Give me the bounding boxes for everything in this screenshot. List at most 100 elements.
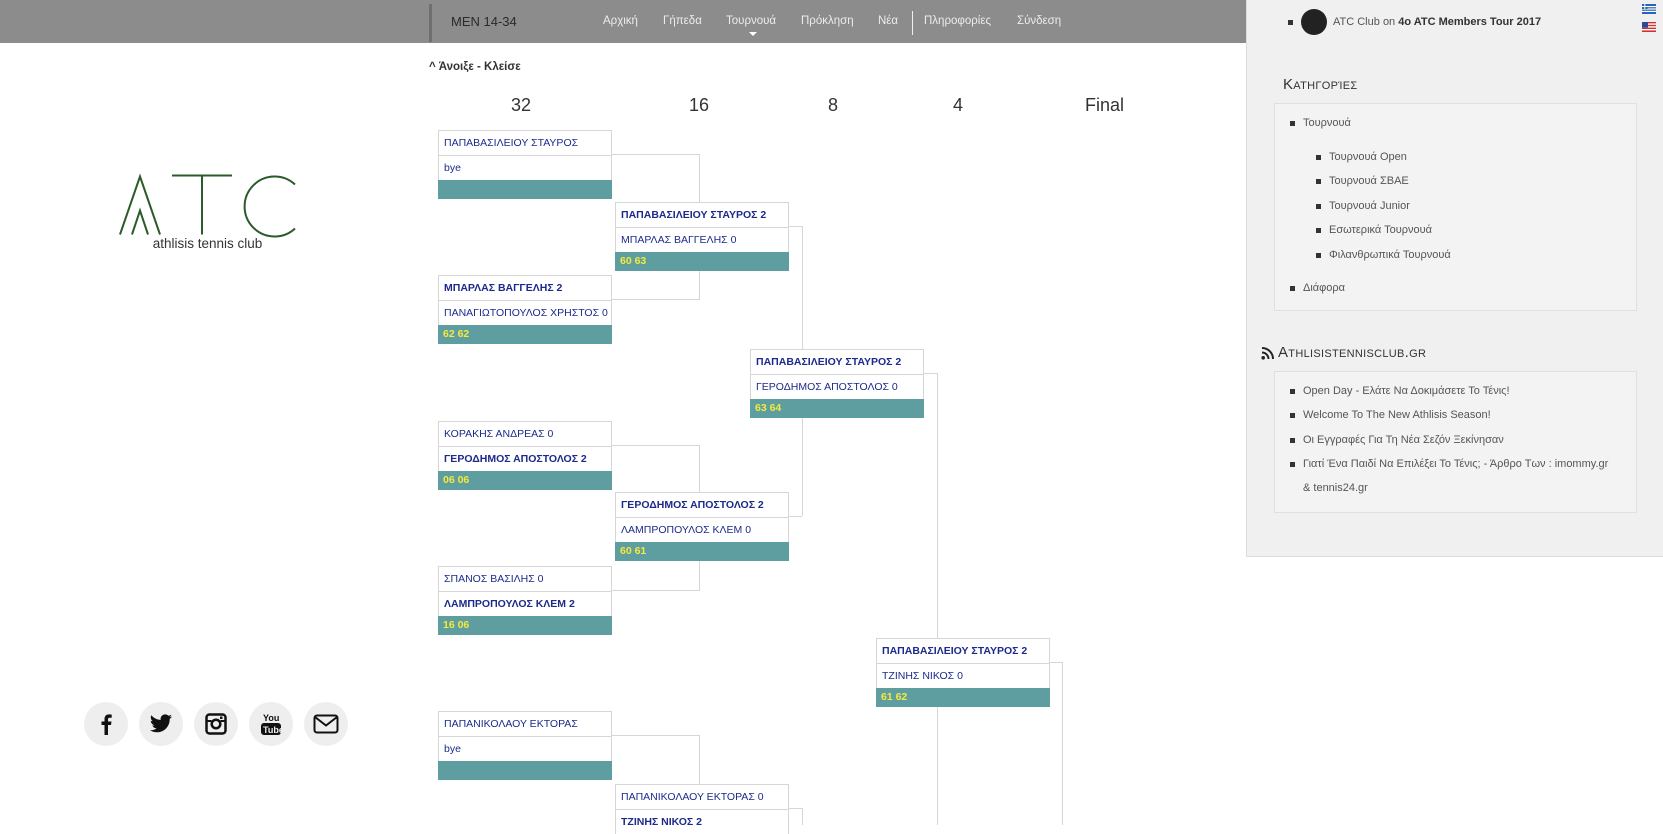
nav-challenge[interactable]: Πρόκληση xyxy=(801,15,854,27)
bracket-connector xyxy=(923,373,937,374)
category-misc[interactable]: Διάφορα xyxy=(1290,282,1345,294)
category-svae[interactable]: Τουρνουά ΣΒΑΕ xyxy=(1316,175,1409,187)
nav-home[interactable]: Αρχική xyxy=(603,15,638,27)
feed-title[interactable]: Athlisistennisclub.gr xyxy=(1261,344,1426,361)
bracket-connector xyxy=(612,154,700,155)
feed-item[interactable]: Γιατί Ένα Παιδί Να Επιλέξει Το Τένις; - … xyxy=(1290,458,1608,470)
bracket-connector xyxy=(1062,662,1063,825)
match-r32-1: ΠΑΠΑΒΑΣΙΛΕΙΟΥ ΣΤΑΥΡΟΣ bye xyxy=(438,130,612,199)
match-score: 63 64 xyxy=(750,399,924,418)
player-slot[interactable]: ΓΕΡΟΔΗΜΟΣ ΑΠΟΣΤΟΛΟΣ 2 xyxy=(438,446,612,471)
comment-avatar xyxy=(1301,9,1327,35)
player-slot[interactable]: ΠΑΠΑΒΑΣΙΛΕΙΟΥ ΣΤΑΥΡΟΣ 2 xyxy=(750,349,924,374)
player-slot[interactable]: ΚΟΡΑΚΗΣ ΑΝΔΡΕΑΣ 0 xyxy=(438,421,612,446)
navbar-divider xyxy=(429,4,432,42)
feed-box: Open Day - Ελάτε Να Δοκιμάσετε Το Τένις!… xyxy=(1274,371,1637,513)
feed-link: Open Day - Ελάτε Να Δοκιμάσετε Το Τένις! xyxy=(1303,385,1510,397)
player-slot[interactable]: ΤΖΙΝΗΣ ΝΙΚΟΣ 2 xyxy=(615,809,789,834)
player-slot[interactable]: ΓΕΡΟΔΗΜΟΣ ΑΠΟΣΤΟΛΟΣ 2 xyxy=(615,492,789,517)
player-slot[interactable]: ΠΑΠΑΝΙΚΟΛΑΟΥ ΕΚΤΟΡΑΣ xyxy=(438,711,612,736)
category-tournaments[interactable]: Τουρνουά xyxy=(1290,117,1351,129)
facebook-icon xyxy=(101,714,112,735)
bullet xyxy=(1290,388,1295,394)
bracket-connector xyxy=(802,808,803,825)
player-slot[interactable]: ΠΑΠΑΒΑΣΙΛΕΙΟΥ ΣΤΑΥΡΟΣ 2 xyxy=(876,638,1050,663)
instagram-button[interactable] xyxy=(194,702,238,746)
category-charity[interactable]: Φιλανθρωπικά Τουρνουά xyxy=(1316,249,1451,261)
player-slot[interactable]: ΜΠΑΡΛΑΣ ΒΑΓΓΕΛΗΣ 2 xyxy=(438,275,612,300)
match-r32-2: ΜΠΑΡΛΑΣ ΒΑΓΓΕΛΗΣ 2 ΠΑΝΑΓΙΩΤΟΠΟΥΛΟΣ ΧΡΗΣΤ… xyxy=(438,275,612,344)
player-slot[interactable]: ΤΖΙΝΗΣ ΝΙΚΟΣ 0 xyxy=(876,663,1050,688)
match-score: 16 06 xyxy=(438,616,612,635)
feed-link: Γιατί Ένα Παιδί Να Επιλέξει Το Τένις; - … xyxy=(1303,458,1609,470)
bracket-connector xyxy=(612,445,700,446)
category-label: Εσωτερικά Τουρνουά xyxy=(1329,224,1432,236)
player-slot[interactable]: ΠΑΠΑΒΑΣΙΛΕΙΟΥ ΣΤΑΥΡΟΣ 2 xyxy=(615,202,789,227)
match-r16-2: ΓΕΡΟΔΗΜΟΣ ΑΠΟΣΤΟΛΟΣ 2 ΛΑΜΠΡΟΠΟΥΛΟΣ ΚΛΕΜ … xyxy=(615,492,789,561)
bracket-connector xyxy=(612,299,700,300)
youtube-button[interactable]: You Tube xyxy=(249,702,293,746)
feed-item[interactable]: Welcome To The New Athlisis Season! xyxy=(1290,409,1491,421)
round-header-4: 4 xyxy=(953,95,964,115)
category-label: Τουρνουά Open xyxy=(1329,151,1407,163)
nav-courts[interactable]: Γήπεδα xyxy=(663,15,702,27)
bullet xyxy=(1316,227,1321,233)
recent-comment[interactable]: ATC Club on 4o ATC Members Tour 2017 xyxy=(1288,9,1541,35)
player-slot[interactable]: ΛΑΜΠΡΟΠΟΥΛΟΣ ΚΛΕΜ 2 xyxy=(438,591,612,616)
player-slot[interactable]: bye xyxy=(438,736,612,761)
nav-login[interactable]: Σύνδεση xyxy=(1017,15,1061,27)
match-score: 62 62 xyxy=(438,325,612,344)
round-header-8: 8 xyxy=(828,95,839,115)
feed-title-label: Athlisistennisclub.gr xyxy=(1278,344,1427,361)
player-slot[interactable]: ΠΑΝΑΓΙΩΤΟΠΟΥΛΟΣ ΧΡΗΣΤΟΣ 0 xyxy=(438,300,612,325)
match-score: 60 63 xyxy=(615,252,789,271)
bracket-connector xyxy=(612,735,700,736)
player-slot[interactable]: ΜΠΑΡΛΑΣ ΒΑΓΓΕΛΗΣ 0 xyxy=(615,227,789,252)
player-slot[interactable]: ΠΑΠΑΝΙΚΟΛΑΟΥ ΕΚΤΟΡΑΣ 0 xyxy=(615,784,789,809)
twitter-button[interactable] xyxy=(139,702,183,746)
youtube-icon: You Tube xyxy=(261,713,282,735)
us-flag-icon[interactable] xyxy=(1642,22,1656,32)
right-sidebar: ATC Club on 4o ATC Members Tour 2017 Κατ… xyxy=(1246,0,1663,557)
match-score xyxy=(438,761,612,780)
category-label: Τουρνουά xyxy=(1303,117,1351,129)
nav-tournaments[interactable]: Τουρνουά xyxy=(726,15,776,27)
player-slot[interactable]: bye xyxy=(438,155,612,180)
svg-text:You: You xyxy=(263,713,279,723)
match-score: 60 61 xyxy=(615,542,789,561)
nav-news[interactable]: Νέα xyxy=(878,15,898,27)
bullet xyxy=(1290,285,1295,291)
player-slot[interactable]: ΣΠΑΝΟΣ ΒΑΣΙΛΗΣ 0 xyxy=(438,566,612,591)
match-r32-4: ΣΠΑΝΟΣ ΒΑΣΙΛΗΣ 0 ΛΑΜΠΡΟΠΟΥΛΟΣ ΚΛΕΜ 2 16 … xyxy=(438,566,612,635)
bracket-connector xyxy=(789,516,802,517)
match-score xyxy=(438,180,612,199)
svg-text:Tube: Tube xyxy=(263,725,282,735)
facebook-button[interactable] xyxy=(84,702,128,746)
bullet xyxy=(1316,178,1321,184)
bullet xyxy=(1290,437,1295,443)
bracket-connector xyxy=(612,590,700,591)
player-slot[interactable]: ΠΑΠΑΒΑΣΙΛΕΙΟΥ ΣΤΑΥΡΟΣ xyxy=(438,130,612,155)
bracket-connector xyxy=(937,373,938,825)
category-internal[interactable]: Εσωτερικά Τουρνουά xyxy=(1316,224,1432,236)
player-slot[interactable]: ΛΑΜΠΡΟΠΟΥΛΟΣ ΚΛΕΜ 0 xyxy=(615,517,789,542)
expand-collapse-toggle[interactable]: ^ Άνοιξε - Κλείσε xyxy=(429,61,521,73)
category-open[interactable]: Τουρνουά Open xyxy=(1316,151,1407,163)
category-label: Τουρνουά Junior xyxy=(1329,200,1410,212)
feed-item[interactable]: Οι Εγγραφές Για Τη Νέα Σεζόν Ξεκίνησαν xyxy=(1290,434,1504,446)
player-slot[interactable]: ΓΕΡΟΔΗΜΟΣ ΑΠΟΣΤΟΛΟΣ 0 xyxy=(750,374,924,399)
comment-author[interactable]: ATC Club xyxy=(1333,16,1380,28)
email-button[interactable] xyxy=(304,702,348,746)
comment-post[interactable]: 4o ATC Members Tour 2017 xyxy=(1398,16,1541,28)
categories-title: Κατηγορίες xyxy=(1283,76,1358,93)
round-header-32: 32 xyxy=(511,95,532,115)
category-junior[interactable]: Τουρνουά Junior xyxy=(1316,200,1410,212)
greek-flag-icon[interactable] xyxy=(1642,4,1656,14)
category-label: Φιλανθρωπικά Τουρνουά xyxy=(1329,249,1451,261)
nav-info[interactable]: Πληροφορίες xyxy=(924,15,991,27)
feed-item[interactable]: Open Day - Ελάτε Να Δοκιμάσετε Το Τένις! xyxy=(1290,385,1510,397)
comment-on: on xyxy=(1382,15,1396,28)
match-r32-5: ΠΑΠΑΝΙΚΟΛΑΟΥ ΕΚΤΟΡΑΣ bye xyxy=(438,711,612,780)
round-header-final: Final xyxy=(1085,95,1125,115)
feed-item-continued[interactable]: & tennis24.gr xyxy=(1303,482,1368,494)
